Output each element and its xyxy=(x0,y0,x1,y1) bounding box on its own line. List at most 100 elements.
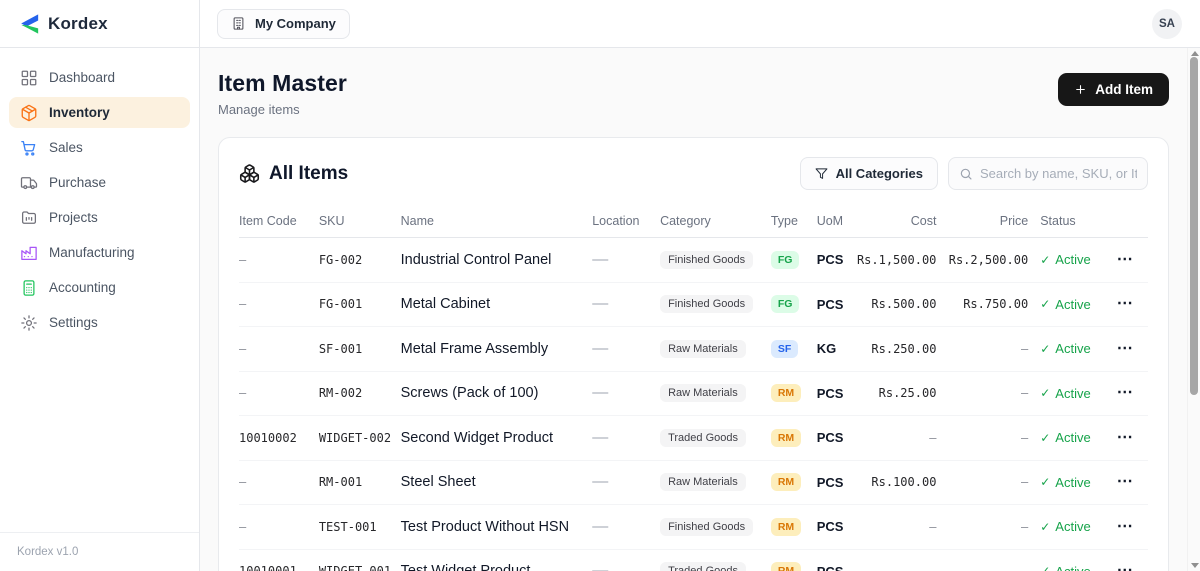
card-actions: All Categories xyxy=(799,157,1148,190)
scrollbar-thumb[interactable] xyxy=(1190,57,1198,395)
check-icon: ✓ xyxy=(1040,564,1050,571)
row-menu-cell: ⋯ xyxy=(1102,385,1148,401)
sidebar-item-inventory[interactable]: Inventory xyxy=(9,97,190,128)
boxes-icon xyxy=(239,163,260,184)
sku-cell: WIDGET-002 xyxy=(318,430,392,445)
status-label: Active xyxy=(1055,430,1091,446)
type-cell: FG xyxy=(770,295,817,314)
sidebar-item-purchase[interactable]: Purchase xyxy=(9,167,190,198)
price-cell: – xyxy=(1020,386,1029,401)
package-icon xyxy=(20,104,38,122)
scrollbar-down-arrow-icon[interactable] xyxy=(1190,563,1199,568)
company-switcher-button[interactable]: My Company xyxy=(217,8,350,39)
status-label: Active xyxy=(1055,296,1091,312)
shopping-cart-icon xyxy=(20,139,38,157)
search-input[interactable] xyxy=(980,166,1137,181)
avatar-initials: SA xyxy=(1159,17,1175,30)
table-row: — RM-001 Steel Sheet — Raw Materials RM PCS Rs.… xyxy=(239,461,1148,505)
sidebar-item-dashboard[interactable]: Dashboard xyxy=(9,62,190,93)
status-badge: ✓ Active xyxy=(1028,386,1102,401)
category-badge: Finished Goods xyxy=(660,517,754,536)
cost-cell: Rs.250.00 xyxy=(871,341,937,356)
page-header: Item Master Manage items Add Item xyxy=(218,70,1169,117)
dashboard-grid-icon xyxy=(20,69,38,87)
row-menu-cell: ⋯ xyxy=(1102,429,1148,446)
row-actions-button[interactable]: ⋯ xyxy=(1117,385,1134,401)
table-row: — TEST-001 Test Product Without HSN — Finish… xyxy=(239,505,1148,550)
scrollbar-up-arrow-icon[interactable] xyxy=(1190,51,1199,56)
location-cell: — xyxy=(592,428,609,446)
sidebar-item-projects[interactable]: Projects xyxy=(9,202,190,233)
building-icon xyxy=(231,16,246,31)
category-filter-button[interactable]: All Categories xyxy=(799,157,938,190)
item-name-cell: Steel Sheet xyxy=(400,474,476,491)
type-badge: RM xyxy=(770,517,802,536)
table-row: — FG-002 Industrial Control Panel — Finished… xyxy=(239,238,1148,283)
category-cell: Raw Materials xyxy=(660,473,771,492)
location-cell: — xyxy=(592,517,609,535)
column-header-status: Status xyxy=(1040,214,1076,228)
item-code-cell: — xyxy=(239,252,247,267)
uom-cell: PCS xyxy=(816,385,844,401)
add-item-button[interactable]: Add Item xyxy=(1058,73,1169,106)
category-cell: Raw Materials xyxy=(660,339,771,358)
cost-cell: – xyxy=(849,564,936,571)
vertical-scrollbar[interactable] xyxy=(1187,48,1200,571)
status-badge: ✓ Active xyxy=(1028,430,1102,445)
brand-logo: Kordex xyxy=(0,0,199,48)
sidebar-nav: Dashboard Inventory Sales Purchase Proje… xyxy=(0,48,199,532)
type-badge: RM xyxy=(770,384,802,403)
price-cell: Rs.750.00 xyxy=(963,297,1029,312)
row-actions-button[interactable]: ⋯ xyxy=(1117,563,1134,571)
location-cell: — xyxy=(592,339,609,357)
brand-name: Kordex xyxy=(48,13,108,33)
sidebar-item-accounting[interactable]: Accounting xyxy=(9,272,190,303)
category-badge: Traded Goods xyxy=(660,428,746,447)
category-cell: Finished Goods xyxy=(660,295,771,314)
price-cell: – xyxy=(936,564,1028,571)
type-cell: RM xyxy=(770,384,817,403)
table-row: 10010002 WIDGET-002 Second Widget Product —… xyxy=(239,416,1148,461)
item-name-cell: Second Widget Product xyxy=(400,429,553,446)
column-header-location: Location xyxy=(592,214,640,228)
row-actions-button[interactable]: ⋯ xyxy=(1117,518,1134,535)
uom-cell: PCS xyxy=(816,474,844,490)
row-actions-button[interactable]: ⋯ xyxy=(1117,429,1134,446)
sidebar-item-manufacturing[interactable]: Manufacturing xyxy=(9,237,190,268)
item-name-cell: Metal Cabinet xyxy=(400,296,491,313)
item-code-cell: — xyxy=(239,475,247,490)
sidebar-item-sales[interactable]: Sales xyxy=(9,132,190,163)
kordex-logo-icon xyxy=(18,13,40,35)
status-badge: ✓ Active xyxy=(1028,341,1102,356)
filter-label: All Categories xyxy=(835,166,923,181)
user-avatar[interactable]: SA xyxy=(1152,8,1182,39)
uom-cell: PCS xyxy=(817,564,849,571)
row-actions-button[interactable]: ⋯ xyxy=(1117,340,1134,357)
row-actions-button[interactable]: ⋯ xyxy=(1117,251,1134,268)
location-cell: — xyxy=(592,384,609,402)
item-code-cell: — xyxy=(239,386,247,401)
app-version: Kordex v1.0 xyxy=(0,532,199,571)
status-badge: ✓ Active xyxy=(1028,519,1102,534)
type-cell: SF xyxy=(770,339,817,358)
row-actions-button[interactable]: ⋯ xyxy=(1117,474,1134,490)
check-icon: ✓ xyxy=(1040,519,1051,534)
status-label: Active xyxy=(1055,252,1091,268)
category-cell: Raw Materials xyxy=(660,384,771,403)
folder-icon xyxy=(20,209,38,227)
cost-cell: Rs.25.00 xyxy=(878,386,937,401)
category-cell: Traded Goods xyxy=(660,428,771,447)
column-header-cost: Cost xyxy=(910,214,937,228)
status-badge: ✓ Active xyxy=(1028,475,1102,490)
cost-cell: – xyxy=(929,430,937,445)
sku-cell: SF-001 xyxy=(318,341,363,356)
items-card: All Items All Categories Search by name,… xyxy=(218,137,1169,571)
row-actions-button[interactable]: ⋯ xyxy=(1117,296,1134,312)
page-title: Item Master xyxy=(218,70,347,96)
sidebar-item-label: Accounting xyxy=(49,280,116,295)
item-name-cell: Screws (Pack of 100) xyxy=(400,385,539,402)
status-badge: ✓ Active xyxy=(1028,297,1102,312)
uom-cell: PCS xyxy=(816,296,844,312)
sidebar-item-label: Settings xyxy=(49,315,98,330)
sidebar-item-settings[interactable]: Settings xyxy=(9,307,190,338)
